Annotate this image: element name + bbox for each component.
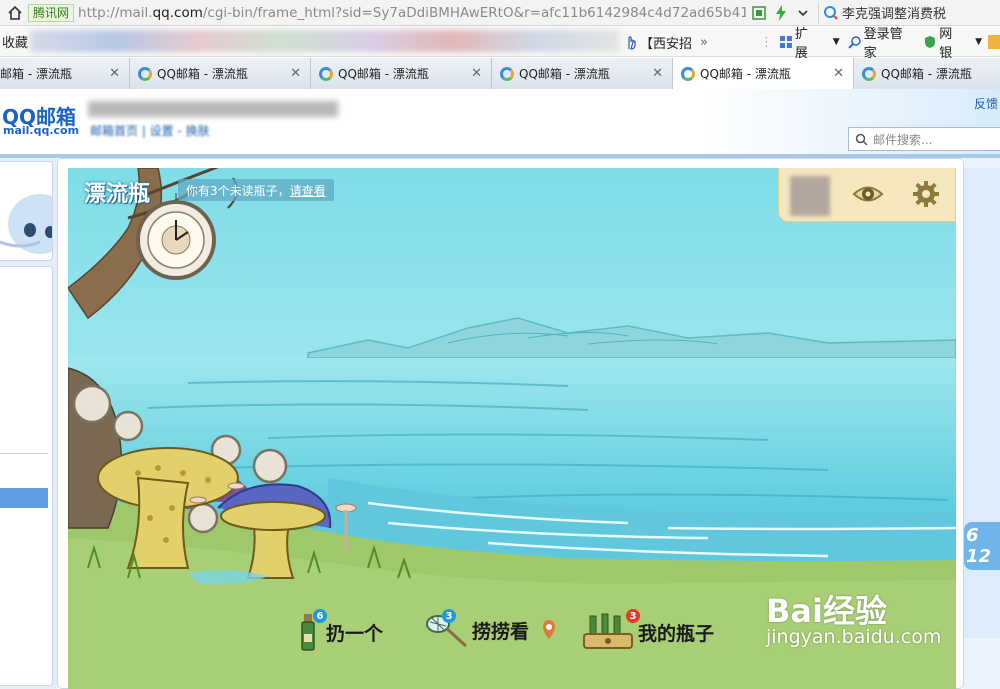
tab-0-label: 邮箱 - 漂流瓶 — [0, 67, 72, 81]
tab-3[interactable]: QQ邮箱 - 漂流瓶 ✕ — [492, 58, 673, 89]
drift-bottle-title: 漂流瓶 — [84, 182, 151, 207]
toolbar-extra-icon[interactable] — [988, 35, 1000, 49]
qq-favicon-icon — [138, 66, 152, 81]
avatar[interactable] — [790, 176, 830, 216]
extend-dropdown-icon[interactable]: ▼ — [833, 37, 840, 47]
throw-bottle-button[interactable]: 6 扔一个 — [296, 609, 384, 652]
tab-1-label: QQ邮箱 - 漂流瓶 — [157, 67, 248, 81]
shield-icon — [925, 36, 936, 48]
throw-bottle-label: 扔一个 — [326, 622, 384, 645]
search-icon — [824, 5, 838, 20]
blurred-bookmarks — [30, 30, 620, 52]
lightning-icon[interactable] — [772, 4, 790, 22]
chevron-down-icon[interactable] — [794, 4, 812, 22]
blurred-user-info — [88, 101, 338, 117]
home-icon[interactable] — [4, 2, 26, 24]
mail-nav-links[interactable]: 邮箱首页 | 设置 - 换肤 — [90, 122, 210, 139]
tab-5[interactable]: QQ邮箱 - 漂流瓶 — [854, 58, 1000, 89]
tab-0-close-icon[interactable]: ✕ — [109, 66, 120, 81]
unread-notice: 你有3个未读瓶子， 请查看 — [178, 179, 334, 201]
tab-0[interactable]: 邮箱 - 漂流瓶 ✕ — [0, 58, 130, 89]
mail-search-placeholder: 邮件搜索... — [873, 132, 933, 147]
qq-favicon-icon — [500, 66, 514, 81]
tab-strip: 邮箱 - 漂流瓶 ✕ QQ邮箱 - 漂流瓶 ✕ QQ邮箱 - 漂流瓶 ✕ QQ邮… — [0, 58, 1000, 90]
key-search-icon — [848, 36, 861, 49]
my-bottles-label: 我的瓶子 — [638, 622, 715, 645]
fish-count-badge: 3 — [442, 609, 456, 623]
tab-4-active[interactable]: QQ邮箱 - 漂流瓶 ✕ — [673, 58, 854, 90]
tab-1[interactable]: QQ邮箱 - 漂流瓶 ✕ — [130, 58, 311, 89]
address-bar: 腾讯网 http://mail.qq.com/cgi-bin/frame_htm… — [0, 0, 1000, 26]
hand-icon — [628, 36, 636, 50]
tab-2[interactable]: QQ邮箱 - 漂流瓶 ✕ — [311, 58, 492, 89]
my-bottles-button[interactable]: 3 我的瓶子 — [582, 609, 715, 652]
extension-grid-icon — [779, 36, 792, 48]
fish-bottle-button[interactable]: 3 捞捞看 — [424, 609, 557, 648]
url-domain: qq.com — [152, 4, 203, 21]
bank-dropdown-icon[interactable]: ▼ — [975, 37, 982, 47]
sidebar-divider — [0, 453, 48, 454]
tab-1-close-icon[interactable]: ✕ — [290, 66, 301, 81]
watermark-url: jingyan.baidu.com — [766, 626, 942, 648]
feedback-link[interactable]: 反馈 — [974, 95, 998, 112]
toolbar-right: ⋮ 扩展 ▼ 登录管家 网银 ▼ — [760, 27, 1000, 61]
sidebar-mascot-card — [0, 161, 53, 261]
qq-favicon-icon — [862, 66, 876, 81]
throw-count-badge: 6 — [313, 609, 327, 623]
tab-4-close-icon[interactable]: ✕ — [833, 66, 844, 81]
baidu-jingyan-watermark: Bai经验 jingyan.baidu.com — [766, 586, 941, 648]
eye-icon[interactable] — [846, 174, 890, 214]
bookmarks-label[interactable]: 收藏 — [2, 32, 28, 51]
grip-icon: ⋮ — [760, 34, 773, 50]
browser-search-input[interactable]: 李克强调整消费税 — [818, 1, 1000, 24]
location-pin-icon — [543, 620, 556, 639]
mail-search-input[interactable]: 邮件搜索... — [848, 127, 1000, 151]
site-badge[interactable]: 腾讯网 — [28, 3, 75, 22]
qq-mail-domain: mail.qq.com — [3, 124, 80, 137]
left-sidebar — [0, 158, 57, 689]
browser-search-text: 李克强调整消费税 — [842, 7, 947, 22]
search-icon — [855, 133, 868, 146]
qq-favicon-icon — [681, 66, 695, 81]
sidebar-folder-card — [0, 266, 53, 686]
more-chevrons-icon[interactable]: » — [700, 35, 708, 50]
url-field[interactable]: http://mail.qq.com/cgi-bin/frame_html?si… — [78, 5, 746, 21]
login-manager-button[interactable]: 登录管家 — [864, 23, 916, 61]
tab-2-close-icon[interactable]: ✕ — [471, 66, 482, 81]
tab-2-label: QQ邮箱 - 漂流瓶 — [338, 67, 429, 81]
bookmark-xian[interactable]: 【西安招 » — [624, 27, 708, 57]
unread-text: 你有3个未读瓶子， — [186, 183, 290, 198]
fish-bottle-label: 捞捞看 — [472, 620, 530, 643]
url-prefix: http://mail. — [78, 4, 153, 21]
sidebar-active-item[interactable] — [0, 488, 48, 508]
tab-4-label: QQ邮箱 - 漂流瓶 — [700, 67, 791, 81]
qr-code-icon[interactable] — [750, 4, 768, 22]
tab-3-label: QQ邮箱 - 漂流瓶 — [519, 67, 610, 81]
url-suffix: /cgi-bin/frame_html?sid=Sy7aDdiBMHAwERtO… — [202, 4, 747, 21]
tab-3-close-icon[interactable]: ✕ — [652, 66, 663, 81]
view-unread-link[interactable]: 请查看 — [290, 182, 326, 199]
online-bank-button[interactable]: 网银 — [939, 23, 965, 61]
qq-favicon-icon — [319, 66, 333, 81]
tab-5-label: QQ邮箱 - 漂流瓶 — [881, 67, 972, 81]
extend-button[interactable]: 扩展 — [795, 23, 821, 61]
calendar-tab[interactable]: 6 12 — [964, 522, 1000, 570]
bookmark-xian-label: 【西安招 — [640, 36, 693, 52]
my-bottles-count-badge: 3 — [626, 609, 640, 623]
gear-icon[interactable] — [904, 174, 948, 214]
